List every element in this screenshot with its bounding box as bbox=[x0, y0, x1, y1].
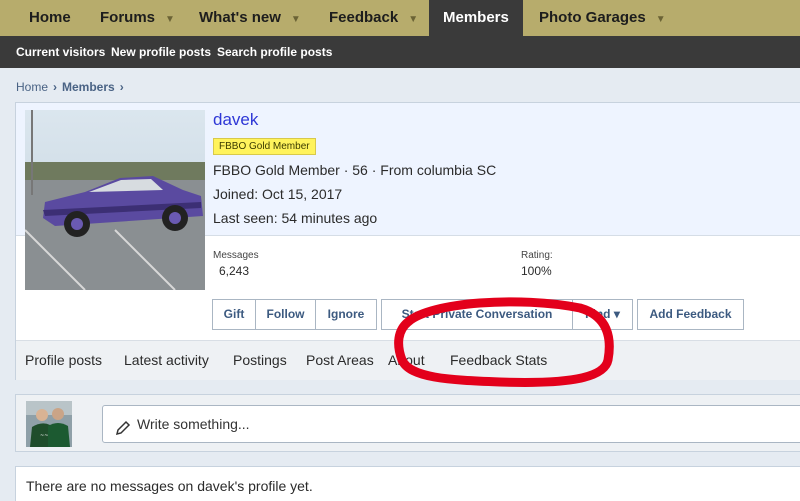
member-badge: FBBO Gold Member bbox=[213, 138, 316, 155]
follow-button[interactable]: Follow bbox=[255, 299, 316, 330]
member-info-line: FBBO Gold Member · 56 · From columbia SC bbox=[213, 162, 497, 178]
nav-whats-new-label: What's new bbox=[199, 9, 281, 26]
nav-members[interactable]: Members bbox=[429, 0, 523, 36]
chevron-down-icon[interactable]: ▼ bbox=[656, 14, 666, 25]
empty-profile-message: There are no messages on davek's profile… bbox=[15, 466, 800, 501]
ignore-button[interactable]: Ignore bbox=[315, 299, 377, 330]
chevron-down-icon[interactable]: ▼ bbox=[291, 14, 301, 25]
breadcrumb-separator: › bbox=[53, 80, 58, 94]
page-body: Home › Members › davek FBBO Gold Member … bbox=[0, 68, 800, 501]
nav-photo-garages-label: Photo Garages bbox=[539, 9, 646, 26]
subnav-new-profile-posts[interactable]: New profile posts bbox=[111, 36, 211, 68]
user-avatar[interactable]: ~~ bbox=[26, 401, 72, 447]
profile-tabs: Profile posts Latest activity Postings P… bbox=[16, 340, 800, 380]
username[interactable]: davek bbox=[213, 110, 258, 130]
profile-card: davek FBBO Gold Member FBBO Gold Member … bbox=[15, 102, 800, 380]
nav-feedback[interactable]: Feedback ▼ bbox=[329, 0, 418, 36]
last-seen: Last seen: 54 minutes ago bbox=[213, 210, 378, 226]
joined-date: Joined: Oct 15, 2017 bbox=[213, 186, 343, 202]
messages-value[interactable]: 6,243 bbox=[219, 264, 249, 278]
profile-post-composer: ~~ Write something... bbox=[15, 394, 800, 452]
find-button[interactable]: Find ▾ bbox=[572, 299, 633, 330]
tab-post-areas[interactable]: Post Areas bbox=[306, 341, 374, 379]
nav-forums[interactable]: Forums ▼ bbox=[100, 0, 175, 36]
tab-profile-posts[interactable]: Profile posts bbox=[25, 341, 102, 379]
tab-feedback-stats[interactable]: Feedback Stats bbox=[450, 341, 547, 379]
start-conversation-button[interactable]: Start Private Conversation bbox=[381, 299, 573, 330]
avatar-photo-icon: ~~ bbox=[26, 401, 72, 447]
rating-label: Rating: bbox=[521, 250, 553, 261]
nav-photo-garages[interactable]: Photo Garages ▼ bbox=[539, 0, 666, 36]
nav-members-label: Members bbox=[443, 9, 509, 26]
car-photo-icon bbox=[25, 110, 205, 290]
write-something-placeholder: Write something... bbox=[137, 416, 250, 432]
breadcrumb: Home › Members › bbox=[16, 80, 129, 94]
chevron-down-icon[interactable]: ▼ bbox=[165, 14, 175, 25]
chevron-down-icon[interactable]: ▼ bbox=[408, 14, 418, 25]
subnav-current-visitors[interactable]: Current visitors bbox=[16, 36, 105, 68]
tab-postings[interactable]: Postings bbox=[233, 341, 287, 379]
nav-forums-label: Forums bbox=[100, 9, 156, 26]
nav-whats-new[interactable]: What's new ▼ bbox=[199, 0, 301, 36]
sub-navigation: Current visitors New profile posts Searc… bbox=[0, 36, 800, 68]
subnav-search-profile-posts[interactable]: Search profile posts bbox=[217, 36, 332, 68]
pencil-icon bbox=[115, 406, 131, 455]
tab-latest-activity[interactable]: Latest activity bbox=[124, 341, 209, 379]
rating-value: 100% bbox=[521, 264, 552, 278]
breadcrumb-home[interactable]: Home bbox=[16, 80, 48, 94]
messages-label: Messages bbox=[213, 250, 259, 261]
breadcrumb-members[interactable]: Members bbox=[62, 80, 115, 94]
nav-feedback-label: Feedback bbox=[329, 9, 399, 26]
gift-button[interactable]: Gift bbox=[212, 299, 256, 330]
tab-about[interactable]: About bbox=[388, 341, 425, 379]
nav-home-label: Home bbox=[29, 9, 71, 26]
profile-avatar[interactable] bbox=[25, 110, 205, 290]
top-navigation: Home Forums ▼ What's new ▼ Feedback ▼ Membe… bbox=[0, 0, 800, 36]
nav-home[interactable]: Home bbox=[29, 0, 71, 36]
breadcrumb-separator: › bbox=[119, 80, 124, 94]
svg-text:~~: ~~ bbox=[40, 433, 48, 439]
write-something-input[interactable]: Write something... bbox=[102, 405, 800, 443]
add-feedback-button[interactable]: Add Feedback bbox=[637, 299, 744, 330]
